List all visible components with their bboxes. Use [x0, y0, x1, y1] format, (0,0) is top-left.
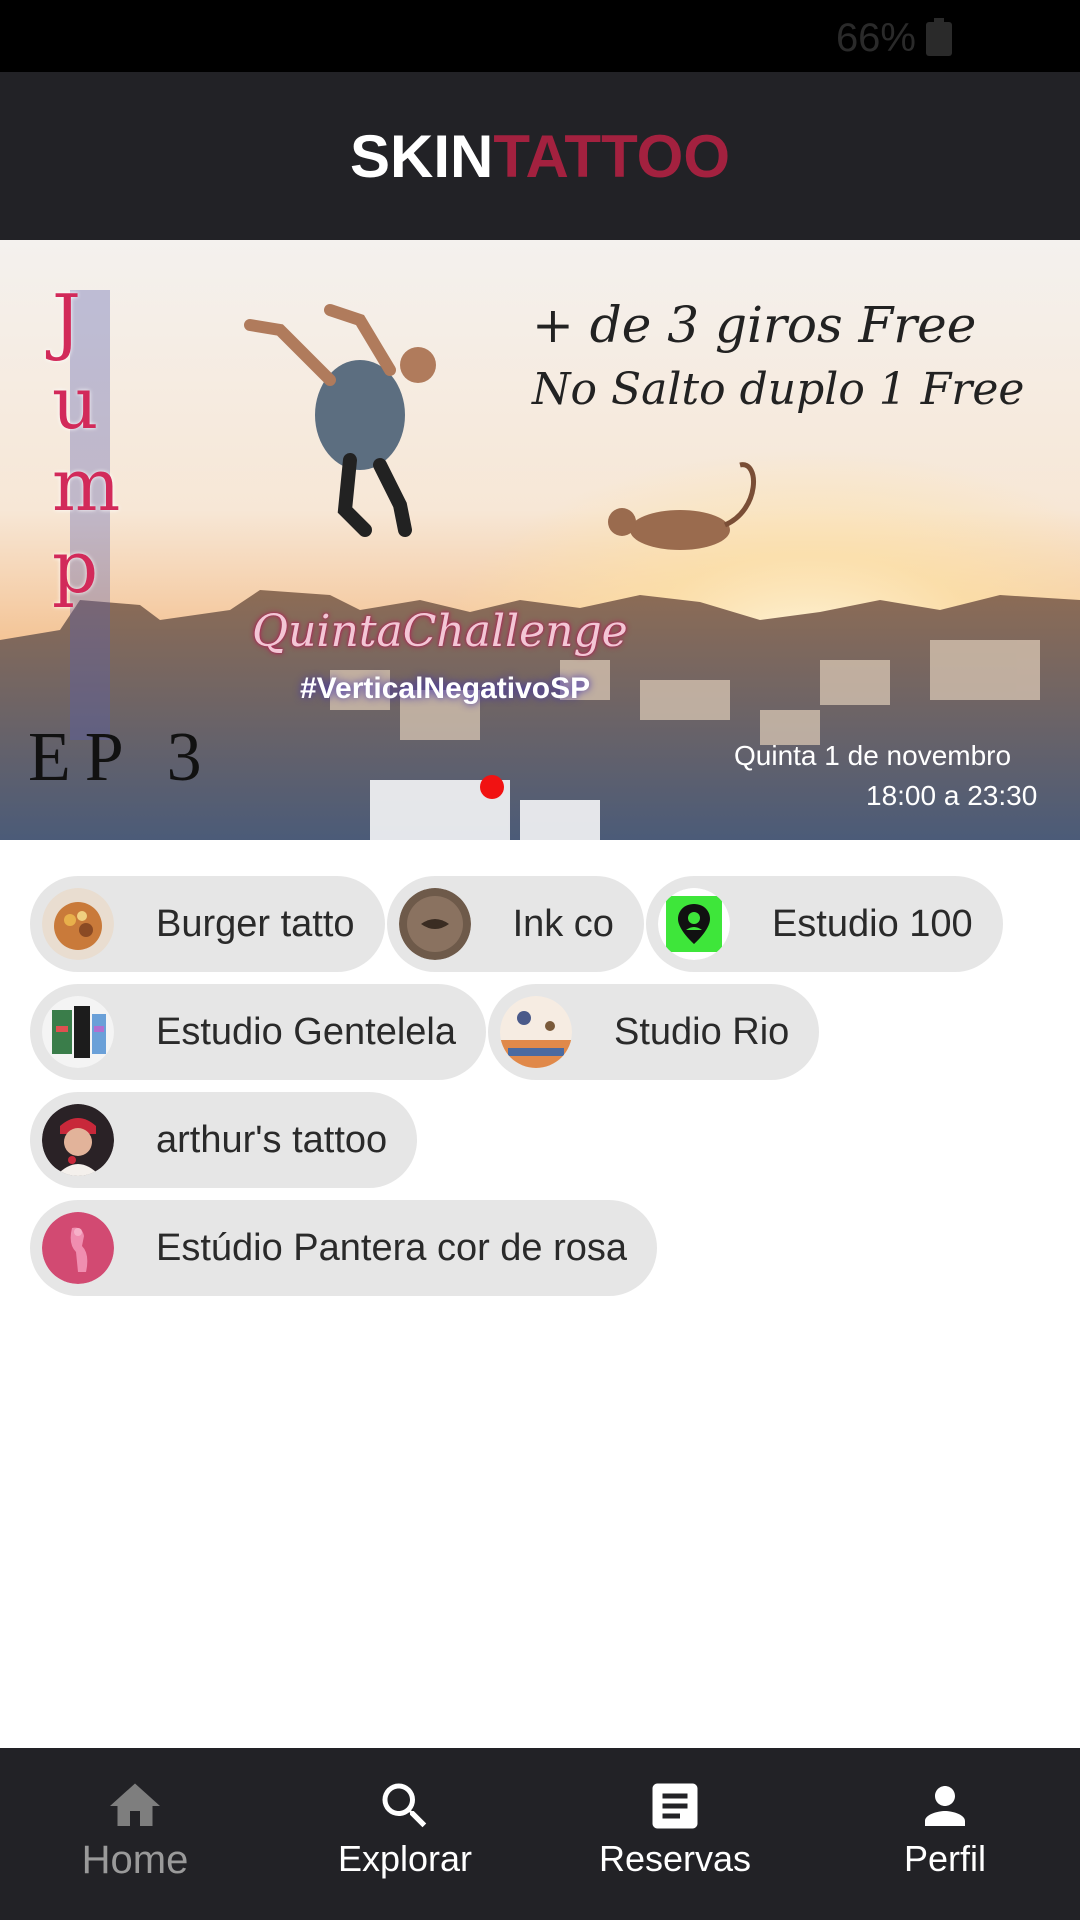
studio-chip-ink-co[interactable]: Ink co — [386, 876, 644, 972]
chip-label: Studio Rio — [613, 1010, 790, 1053]
nav-reservas[interactable]: Reservas — [540, 1748, 810, 1920]
nav-home-label: Home — [81, 1838, 189, 1882]
studio-chip-list: Burger tatto Ink co Estudio 100 Estudio … — [30, 876, 1050, 1308]
nav-explorar-label: Explorar — [337, 1838, 473, 1879]
chip-row: Estudio Gentelela Studio Rio — [30, 984, 1050, 1080]
banner-challenge: QuintaChallenge — [252, 606, 628, 657]
bottom-navigation: Home Explorar Reservas Perfil — [0, 1748, 1080, 1920]
chip-label: Estudio 100 — [771, 902, 973, 945]
studio-chip-estudio-gentelela[interactable]: Estudio Gentelela — [30, 984, 486, 1080]
banner-line2: No Salto duplo 1 Free — [532, 364, 1025, 415]
banner-episode: EP 3 — [28, 719, 216, 796]
burger-avatar — [42, 888, 114, 960]
chip-row: Estúdio Pantera cor de rosa — [30, 1200, 1050, 1296]
app-header: SKINTATTOO — [0, 72, 1080, 240]
nav-explorar[interactable]: Explorar — [270, 1748, 540, 1920]
logo-part-skin: SKIN — [350, 122, 494, 190]
home-icon — [110, 1783, 160, 1826]
person-icon — [925, 1786, 965, 1826]
battery-icon — [926, 18, 952, 56]
banner-hashtag: #VerticalNegativoSP — [300, 672, 591, 705]
pantera-avatar — [42, 1212, 114, 1284]
chip-label: Burger tatto — [156, 902, 355, 945]
banner-time: 18:00 a 23:30 — [866, 780, 1038, 811]
banner-date: Quinta 1 de novembro — [734, 740, 1012, 771]
status-bar: 66% — [0, 0, 1080, 72]
app-logo: SKINTATTOO — [350, 122, 730, 191]
chip-label: Estudio Gentelela — [156, 1010, 456, 1053]
studio-chip-burger-tatto[interactable]: Burger tatto — [30, 876, 385, 972]
app-screen: 66% SKINTATTOO J u m p + de 3 giros Free… — [0, 0, 1080, 1920]
banner-line1: + de 3 giros Free — [532, 296, 977, 354]
studio-chip-estudio-pantera[interactable]: Estúdio Pantera cor de rosa — [30, 1200, 658, 1296]
document-icon — [652, 1783, 698, 1829]
logo-part-tattoo: TATTOO — [493, 122, 730, 190]
location-pin-avatar — [657, 888, 730, 960]
chip-row: arthur's tattoo — [30, 1092, 1050, 1188]
studio-chip-studio-rio[interactable]: Studio Rio — [487, 984, 820, 1080]
nav-perfil-label: Perfil — [903, 1838, 987, 1879]
chip-label: arthur's tattoo — [156, 1118, 388, 1161]
nav-perfil[interactable]: Perfil — [810, 1748, 1080, 1920]
search-icon — [382, 1783, 427, 1828]
ink-avatar — [398, 888, 471, 960]
chip-label: Estúdio Pantera cor de rosa — [156, 1226, 628, 1269]
studio-chip-estudio-100[interactable]: Estudio 100 — [645, 876, 1003, 972]
promo-banner-carousel[interactable]: Jump + de 3 giros Free No Salto duplo 1 … — [0, 240, 1080, 840]
banner-jump-text: Jump — [52, 279, 121, 609]
carousel-page-indicator[interactable] — [480, 775, 504, 799]
chip-row: Burger tatto Ink co Estudio 100 — [30, 876, 1050, 972]
nav-reservas-label: Reservas — [598, 1838, 752, 1879]
chip-label: Ink co — [512, 902, 614, 945]
gentelela-avatar — [42, 996, 114, 1068]
nav-home[interactable]: Home — [0, 1748, 270, 1920]
studio-chip-arthurs-tattoo[interactable]: arthur's tattoo — [30, 1092, 418, 1188]
rio-avatar — [499, 996, 572, 1068]
battery-percent: 66% — [835, 16, 916, 60]
arthur-avatar — [42, 1104, 114, 1176]
